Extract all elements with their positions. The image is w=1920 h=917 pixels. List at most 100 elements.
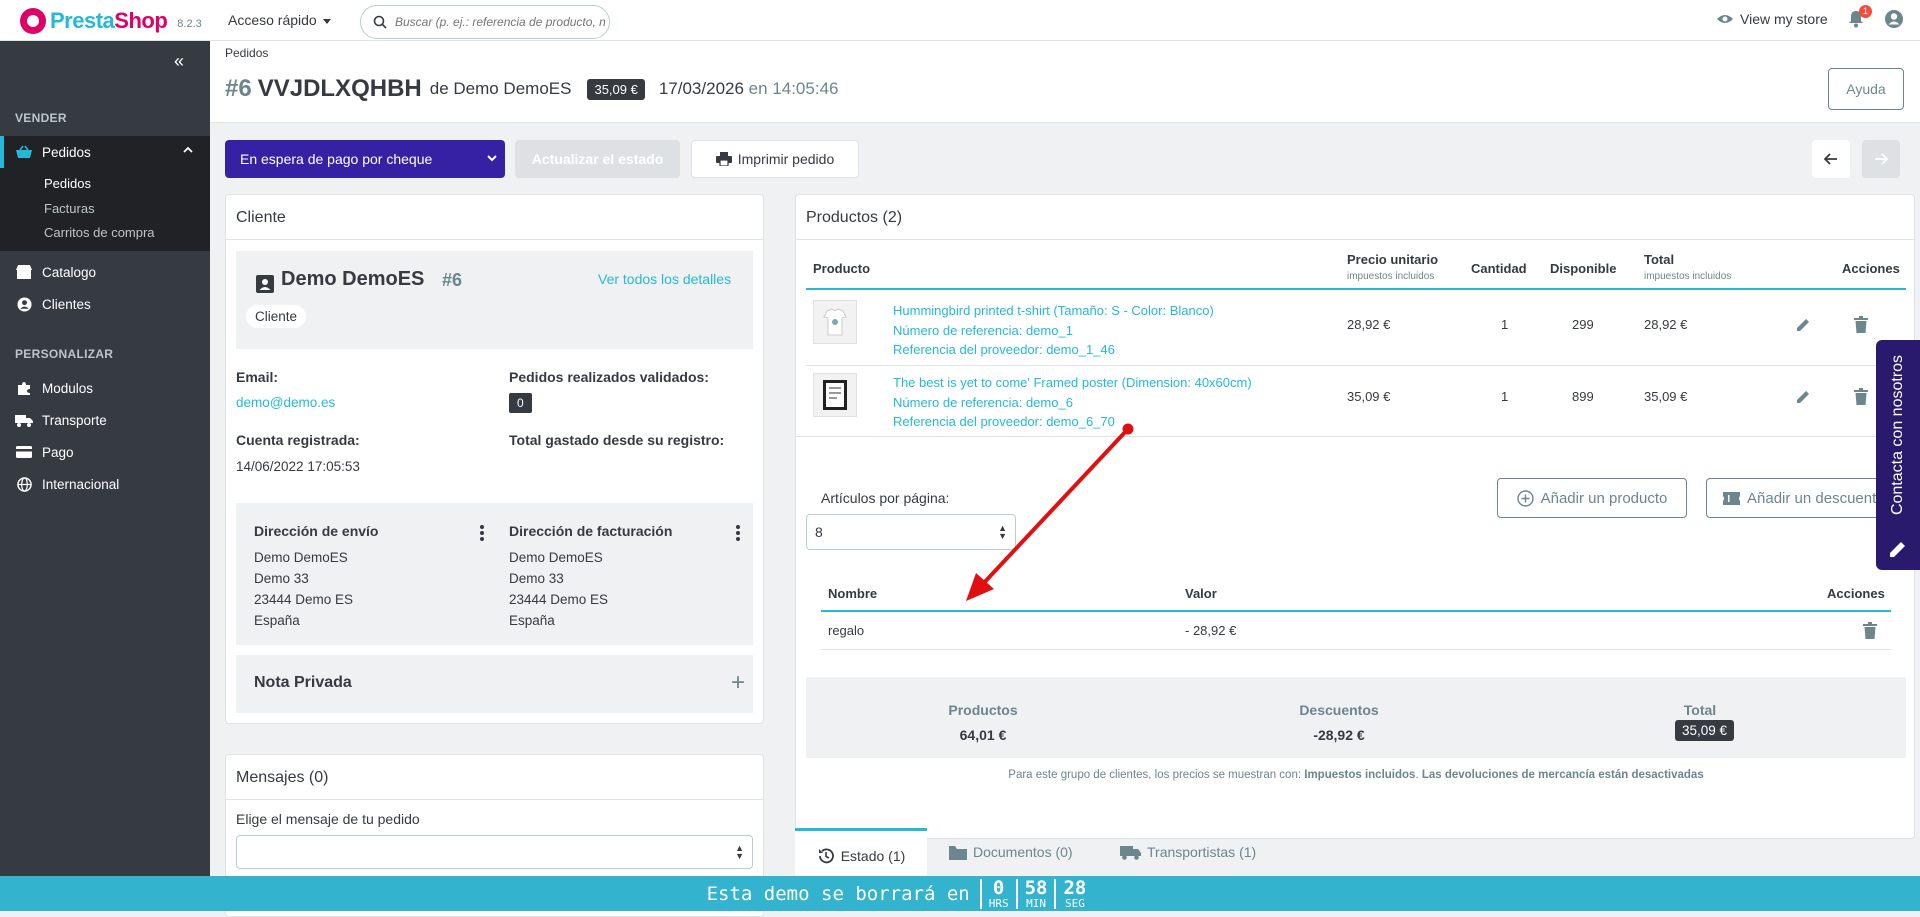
credit-card-icon — [15, 446, 33, 458]
breadcrumb[interactable]: Pedidos — [225, 46, 268, 60]
previous-order-button[interactable] — [1812, 140, 1850, 178]
store-icon — [15, 265, 33, 279]
product-row-1-info: Hummingbird printed t-shirt (Tamaño: S -… — [893, 301, 1214, 357]
billing-address-title: Dirección de facturación — [509, 523, 673, 539]
trash-icon[interactable] — [1854, 388, 1868, 405]
globe-icon — [15, 476, 33, 492]
sidebar-item-catalogo[interactable]: Catalogo — [0, 256, 210, 288]
tab-estado[interactable]: Estado (1) — [795, 828, 927, 881]
user-icon — [1885, 10, 1903, 28]
discount-name: regalo — [828, 623, 865, 638]
product-available: 899 — [1572, 389, 1594, 404]
row-divider — [821, 649, 1891, 650]
edit-icon[interactable] — [1795, 389, 1811, 405]
product-price: 35,09 € — [1347, 389, 1391, 404]
row-divider — [806, 365, 1906, 366]
page-header: Pedidos #6 VVJDLXQHBH de Demo DemoES 35,… — [210, 41, 1920, 123]
sidebar-subitem-carritos[interactable]: Carritos de compra — [44, 225, 155, 240]
next-order-button[interactable] — [1862, 140, 1900, 178]
sidebar-item-modulos[interactable]: Modulos — [0, 372, 210, 404]
print-icon — [715, 152, 732, 166]
sidebar-item-internacional[interactable]: Internacional — [0, 468, 210, 500]
private-note-title: Nota Privada — [254, 674, 352, 691]
totals-discounts-label: Descuentos — [1299, 702, 1379, 718]
order-status-select[interactable]: En espera de pago por cheque — [225, 140, 505, 178]
eye-icon — [1717, 15, 1733, 23]
totals-total-label: Total — [1683, 702, 1717, 718]
contact-widget[interactable]: Contacta con nosotros — [1876, 340, 1920, 570]
section-vender: VENDER — [15, 111, 67, 125]
order-total-pill: 35,09 € — [587, 78, 645, 100]
history-icon — [818, 848, 834, 864]
trash-icon[interactable] — [1854, 316, 1868, 333]
sidebar-item-clientes[interactable]: Clientes — [0, 288, 210, 320]
col-unit-price-sub: impuestos incluidos — [1347, 271, 1435, 282]
annotation-arrow — [966, 423, 1134, 601]
col-actions: Acciones — [1842, 261, 1900, 276]
notifications-button[interactable]: 1 — [1848, 5, 1872, 31]
discount-value: - 28,92 € — [1185, 623, 1237, 638]
product-qty: 1 — [1501, 317, 1509, 332]
truck-icon — [15, 414, 33, 427]
add-product-button[interactable]: Añadir un producto — [1497, 478, 1687, 518]
sidebar: « VENDER Pedidos Pedidos Facturas Carrit… — [0, 41, 210, 911]
message-select[interactable]: ▲ ▼ — [236, 835, 753, 869]
quick-access-menu[interactable]: Acceso rápido — [228, 12, 331, 28]
sidebar-subitem-pedidos[interactable]: Pedidos — [44, 176, 91, 191]
version-label: 8.2.3 — [177, 18, 202, 30]
tab-documentos[interactable]: Documentos (0) — [949, 844, 1073, 860]
product-link[interactable]: Hummingbird printed t-shirt (Tamaño: S -… — [893, 301, 1214, 321]
prestashop-logo[interactable]: PrestaShop 8.2.3 — [20, 8, 202, 34]
collapse-sidebar-icon[interactable]: « — [174, 51, 184, 72]
puzzle-icon — [15, 380, 33, 396]
sidebar-item-transporte[interactable]: Transporte — [0, 404, 210, 436]
billing-menu-icon[interactable] — [736, 525, 740, 541]
plus-circle-icon — [1516, 489, 1534, 507]
search-box[interactable] — [360, 5, 610, 39]
print-order-button[interactable]: Imprimir pedido — [691, 140, 859, 178]
search-input[interactable] — [395, 15, 605, 29]
update-status-button[interactable]: Actualizar el estado — [515, 140, 680, 178]
product-price: 28,92 € — [1347, 317, 1391, 332]
col-product: Producto — [813, 261, 871, 276]
arrow-left-icon — [1824, 153, 1837, 165]
contact-card-icon — [256, 275, 274, 293]
email-link[interactable]: demo@demo.es — [236, 395, 335, 410]
edit-icon[interactable] — [1795, 317, 1811, 333]
shipping-address: Demo DemoES Demo 33 23444 Demo ES España — [254, 550, 354, 628]
col-total-sub: impuestos incluidos — [1644, 271, 1732, 282]
orders-label: Pedidos realizados validados: — [509, 369, 709, 385]
sidebar-item-pago[interactable]: Pago — [0, 436, 210, 468]
totals-discounts-value: -28,92 € — [1313, 727, 1365, 743]
countdown-seconds: 28 SEG — [1054, 878, 1093, 909]
view-all-details-link[interactable]: Ver todos los detalles — [598, 271, 731, 287]
chevron-down-icon — [485, 151, 499, 168]
countdown-minutes: 58 MIN — [1015, 878, 1055, 909]
view-store-link[interactable]: View my store — [1716, 11, 1828, 27]
top-bar: PrestaShop 8.2.3 Acceso rápido View my s… — [0, 0, 1920, 41]
help-button[interactable]: Ayuda — [1828, 68, 1904, 110]
table-header-line — [806, 288, 1906, 290]
tab-transportistas[interactable]: Transportistas (1) — [1120, 844, 1256, 860]
sidebar-item-pedidos[interactable]: Pedidos — [0, 136, 210, 168]
trash-icon[interactable] — [1863, 622, 1877, 639]
col-available: Disponible — [1550, 261, 1617, 276]
user-menu-button[interactable] — [1884, 9, 1904, 32]
shipping-menu-icon[interactable] — [480, 525, 484, 541]
product-link[interactable]: The best is yet to come' Framed poster (… — [893, 373, 1252, 393]
messages-title: Mensajes (0) — [226, 755, 763, 800]
section-personalizar: PERSONALIZAR — [15, 347, 114, 361]
customer-id: #6 — [442, 270, 463, 290]
discount-header-line — [821, 610, 1891, 612]
plus-icon[interactable]: + — [731, 669, 745, 697]
chevron-up-icon — [182, 144, 194, 159]
sidebar-subitem-facturas[interactable]: Facturas — [44, 201, 95, 216]
user-circle-icon — [15, 296, 33, 312]
customer-name: Demo DemoES — [281, 268, 425, 290]
customer-card-title: Cliente — [226, 195, 763, 240]
product-total: 28,92 € — [1644, 317, 1688, 332]
totals-products-value: 64,01 € — [959, 727, 1007, 743]
totals-total-value: 35,09 € — [1675, 720, 1735, 741]
page-title: #6 VVJDLXQHBH de Demo DemoES 35,09 € 17/… — [225, 75, 838, 103]
order-number: #6 — [225, 75, 252, 102]
